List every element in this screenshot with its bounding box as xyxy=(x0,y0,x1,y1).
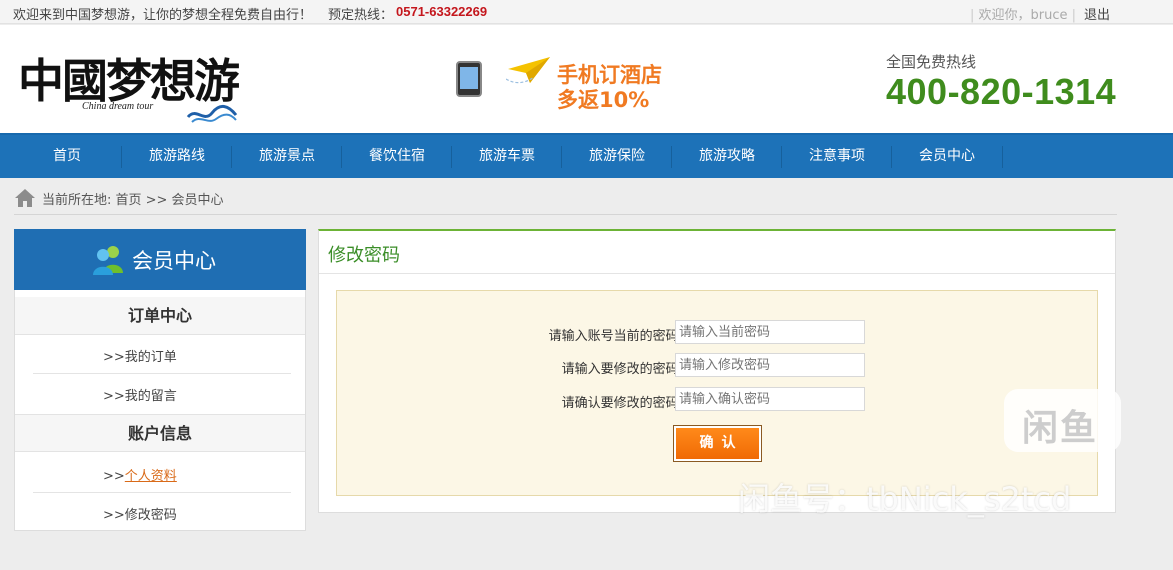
group-title-account: 账户信息 xyxy=(15,414,305,452)
breadcrumb: 当前所在地: 首页 >> 会员中心 xyxy=(14,184,1117,212)
form-row-current-password: 请输入账号当前的密码: xyxy=(337,320,1097,346)
divider xyxy=(14,214,1117,215)
new-password-input[interactable] xyxy=(675,353,865,377)
logo-english-text: China dream tour xyxy=(82,101,154,112)
divider: | xyxy=(1067,8,1077,23)
user-greeting-area: | 欢迎你，bruce | xyxy=(970,4,1076,23)
link-prefix: >> xyxy=(103,508,125,523)
confirm-password-label: 请确认要修改的密码: xyxy=(561,396,683,411)
nav-insurance[interactable]: 旅游保险 xyxy=(562,135,672,178)
free-hotline-number: 400-820-1314 xyxy=(886,71,1117,112)
nav-notes[interactable]: 注意事项 xyxy=(782,135,892,178)
welcome-text: 欢迎来到中国梦想游，让你的梦想全程免费自由行！ xyxy=(13,8,313,23)
sidebar-header: 会员中心 xyxy=(14,229,306,290)
wave-icon xyxy=(186,105,238,123)
group-title-orders: 订单中心 xyxy=(15,297,305,335)
nav-home[interactable]: 首页 xyxy=(12,135,122,178)
link-label: 修改密码 xyxy=(124,508,177,523)
user-greeting: 欢迎你，bruce xyxy=(978,8,1068,23)
form-row-new-password: 请输入要修改的密码: xyxy=(337,353,1097,379)
breadcrumb-text: 当前所在地: 首页 >> 会员中心 xyxy=(42,193,224,208)
change-password-panel: 修改密码 请输入账号当前的密码: 请输入要修改的密码: 请确认要修改的密码: 确… xyxy=(318,229,1116,513)
logout-link[interactable]: 退出 xyxy=(1084,4,1110,23)
link-prefix: >> xyxy=(103,469,125,484)
nav-member-center[interactable]: 会员中心 xyxy=(892,135,1002,178)
sidebar-link-profile[interactable]: >>个人资料 xyxy=(103,465,177,484)
link-label: 个人资料 xyxy=(124,469,177,484)
nav-guides[interactable]: 旅游攻略 xyxy=(672,135,782,178)
current-password-label: 请输入账号当前的密码: xyxy=(548,329,683,344)
new-password-label: 请输入要修改的密码: xyxy=(561,362,683,377)
nav-divider xyxy=(1002,146,1003,168)
watermark-text: 闲鱼号：tbNick_s2tcd xyxy=(738,480,1072,518)
member-sidebar: 会员中心 订单中心 >>我的订单 >>我的留言 账户信息 >>个人资料 >>修改… xyxy=(14,229,306,531)
panel-title: 修改密码 xyxy=(328,245,400,266)
free-hotline: 全国免费热线 400-820-1314 xyxy=(886,51,1116,112)
watermark-logo-text: 闲鱼 xyxy=(1022,408,1099,449)
nav-routes[interactable]: 旅游路线 xyxy=(122,135,232,178)
watermark-logo: 闲鱼 xyxy=(1004,389,1121,452)
divider: | xyxy=(970,8,979,23)
link-label: 我的订单 xyxy=(124,350,177,365)
nav-tickets[interactable]: 旅游车票 xyxy=(452,135,562,178)
confirm-button[interactable]: 确认 xyxy=(673,425,762,462)
sidebar-link-change-password[interactable]: >>修改密码 xyxy=(103,504,177,523)
booking-hotline-label: 预定热线： xyxy=(328,8,394,23)
nav-attractions[interactable]: 旅游景点 xyxy=(232,135,342,178)
sidebar-link-my-messages[interactable]: >>我的留言 xyxy=(103,385,177,404)
promo-line-2: 多返10% xyxy=(557,88,650,112)
current-password-input[interactable] xyxy=(675,320,865,344)
site-logo[interactable]: 中國梦想游 China dream tour xyxy=(18,45,240,123)
home-icon xyxy=(15,189,35,207)
nav-dining-lodging[interactable]: 餐饮住宿 xyxy=(342,135,452,178)
booking-hotline-number: 0571-63322269 xyxy=(396,4,488,19)
main-nav: 首页 旅游路线 旅游景点 餐饮住宿 旅游车票 旅游保险 旅游攻略 注意事项 会员… xyxy=(0,133,1173,178)
change-password-form: 请输入账号当前的密码: 请输入要修改的密码: 请确认要修改的密码: 确认 xyxy=(336,290,1098,496)
free-hotline-label: 全国免费热线 xyxy=(886,53,977,71)
sidebar-link-my-orders[interactable]: >>我的订单 xyxy=(103,346,177,365)
paper-plane-icon xyxy=(506,57,550,84)
link-prefix: >> xyxy=(103,350,125,365)
users-icon xyxy=(93,246,123,275)
divider xyxy=(33,492,291,493)
confirm-password-input[interactable] xyxy=(675,387,865,411)
mobile-hotel-promo[interactable]: 手机订酒店 多返10% xyxy=(450,55,670,115)
divider xyxy=(319,273,1115,274)
phone-icon xyxy=(456,61,482,97)
top-bar: 欢迎来到中国梦想游，让你的梦想全程免费自由行！ 预定热线： 0571-63322… xyxy=(0,0,1173,24)
form-row-confirm-password: 请确认要修改的密码: xyxy=(337,387,1097,413)
sidebar-title: 会员中心 xyxy=(132,249,216,273)
divider xyxy=(33,373,291,374)
confirm-button-label: 确认 xyxy=(676,428,759,459)
site-header: 中國梦想游 China dream tour 手机订酒店 多返10% 全国免费热… xyxy=(0,25,1173,133)
link-prefix: >> xyxy=(103,389,125,404)
link-label: 我的留言 xyxy=(124,389,177,404)
